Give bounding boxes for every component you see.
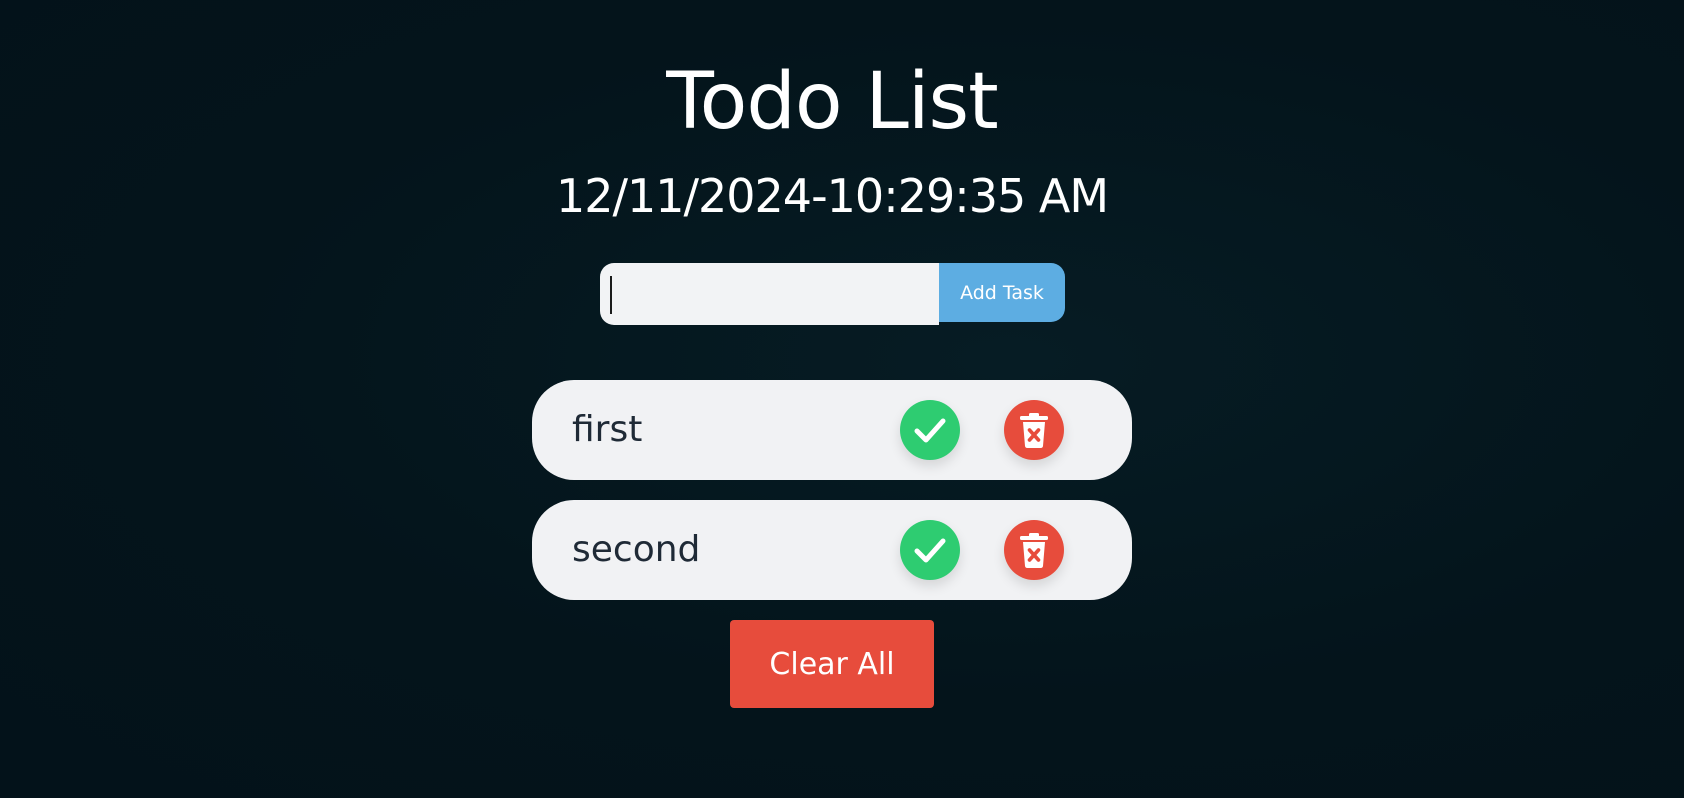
date-time-display: 12/11/2024-10:29:35 AM <box>555 169 1109 223</box>
task-input[interactable] <box>600 263 939 325</box>
todo-item-text: first <box>572 409 643 450</box>
todo-item-text: second <box>572 529 701 570</box>
todo-item: second <box>532 500 1132 600</box>
check-icon <box>910 530 950 570</box>
check-icon <box>910 410 950 450</box>
trash-icon <box>1014 530 1054 570</box>
todo-list: first second <box>532 380 1132 620</box>
trash-icon <box>1014 410 1054 450</box>
delete-task-button[interactable] <box>1004 400 1064 460</box>
add-task-form: Add Task <box>600 263 1065 325</box>
clear-all-button[interactable]: Clear All <box>730 620 934 708</box>
complete-task-button[interactable] <box>900 520 960 580</box>
complete-task-button[interactable] <box>900 400 960 460</box>
page-title: Todo List <box>666 57 999 147</box>
add-task-button[interactable]: Add Task <box>939 263 1065 322</box>
text-cursor <box>610 276 612 314</box>
delete-task-button[interactable] <box>1004 520 1064 580</box>
todo-item: first <box>532 380 1132 480</box>
